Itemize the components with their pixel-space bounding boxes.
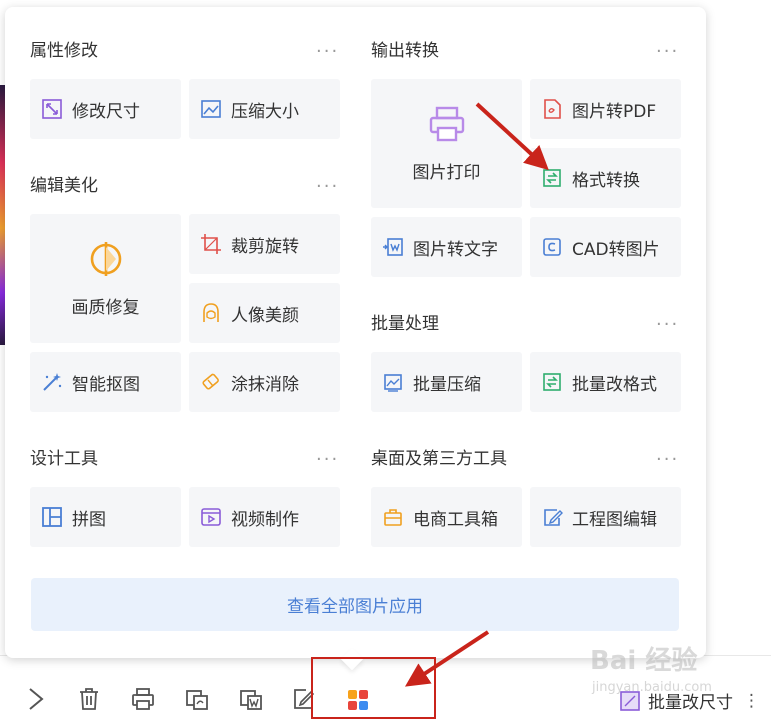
section-title-attr: 属性修改 bbox=[30, 41, 98, 61]
section-title-batch: 批量处理 bbox=[371, 314, 439, 334]
print-icon[interactable] bbox=[131, 686, 155, 712]
pdf-icon bbox=[544, 99, 561, 119]
tile-label: CAD转图片 bbox=[572, 239, 660, 260]
tile-collage[interactable]: 拼图 bbox=[30, 487, 181, 547]
tile-label: 裁剪旋转 bbox=[231, 236, 299, 257]
image-to-text-icon bbox=[383, 238, 403, 256]
more-design-button[interactable]: ··· bbox=[316, 451, 339, 469]
tile-cad[interactable]: CAD转图片 bbox=[530, 217, 681, 277]
next-icon[interactable] bbox=[24, 686, 48, 712]
image-to-word-icon[interactable] bbox=[239, 686, 263, 712]
image-to-pdf-icon[interactable] bbox=[185, 686, 209, 712]
tile-label: 电商工具箱 bbox=[413, 509, 498, 530]
tile-smart-matting[interactable]: 智能抠图 bbox=[30, 352, 181, 412]
tile-batch-format[interactable]: 批量改格式 bbox=[530, 352, 681, 412]
tile-label: 批量压缩 bbox=[413, 374, 481, 395]
tile-label: 图片转文字 bbox=[413, 239, 498, 260]
tile-format-convert[interactable]: 格式转换 bbox=[530, 148, 681, 208]
tile-resize[interactable]: 修改尺寸 bbox=[30, 79, 181, 139]
tile-drawing-edit[interactable]: 工程图编辑 bbox=[530, 487, 681, 547]
more-attr-button[interactable]: ··· bbox=[316, 43, 339, 61]
toolbox-icon bbox=[384, 509, 402, 526]
tile-label: 格式转换 bbox=[572, 170, 640, 191]
tile-label: 拼图 bbox=[72, 509, 106, 530]
more-edit-button[interactable]: ··· bbox=[316, 178, 339, 196]
tile-label: 图片转PDF bbox=[572, 101, 657, 122]
batch-compress-icon bbox=[384, 374, 402, 392]
tile-quality-repair[interactable]: 画质修复 bbox=[30, 214, 181, 343]
portrait-icon bbox=[203, 303, 219, 322]
batch-resize-label: 批量改尺寸 bbox=[648, 693, 733, 713]
section-title-output: 输出转换 bbox=[371, 41, 439, 61]
trash-icon[interactable] bbox=[77, 686, 101, 712]
tile-portrait-beauty[interactable]: 人像美颜 bbox=[189, 283, 340, 343]
eraser-icon bbox=[202, 373, 219, 390]
tile-label: 智能抠图 bbox=[72, 374, 140, 395]
tools-popup: 属性修改 ··· 输出转换 ··· 编辑美化 ··· 批量处理 ··· 设计工具… bbox=[5, 7, 706, 658]
compress-icon bbox=[201, 100, 221, 118]
tile-label: 压缩大小 bbox=[231, 101, 299, 122]
tile-compress[interactable]: 压缩大小 bbox=[189, 79, 340, 139]
tile-label: 画质修复 bbox=[71, 298, 140, 318]
drawing-edit-icon bbox=[544, 509, 563, 526]
collage-icon bbox=[42, 507, 62, 527]
more-output-button[interactable]: ··· bbox=[656, 43, 679, 61]
printer-icon bbox=[429, 106, 464, 142]
tile-label: 人像美颜 bbox=[231, 305, 299, 326]
tile-label: 批量改格式 bbox=[572, 374, 657, 395]
batch-format-icon bbox=[543, 373, 561, 391]
batch-resize-icon bbox=[620, 690, 640, 711]
magic-wand-icon bbox=[43, 373, 62, 391]
more-desktop-button[interactable]: ··· bbox=[656, 451, 679, 469]
cad-icon bbox=[543, 238, 561, 256]
format-convert-icon bbox=[543, 169, 561, 187]
watermark: Bai 经验 bbox=[590, 646, 698, 676]
tile-crop-rotate[interactable]: 裁剪旋转 bbox=[189, 214, 340, 274]
view-all-apps-button[interactable]: 查看全部图片应用 bbox=[31, 578, 679, 631]
section-title-design: 设计工具 bbox=[30, 449, 98, 469]
section-title-desktop: 桌面及第三方工具 bbox=[371, 449, 507, 469]
tile-label: 修改尺寸 bbox=[72, 101, 140, 122]
resize-icon bbox=[42, 99, 62, 119]
tile-batch-compress[interactable]: 批量压缩 bbox=[371, 352, 522, 412]
tile-video[interactable]: 视频制作 bbox=[189, 487, 340, 547]
tile-label: 涂抹消除 bbox=[231, 374, 299, 395]
tile-to-pdf[interactable]: 图片转PDF bbox=[530, 79, 681, 139]
quality-repair-icon bbox=[90, 242, 121, 276]
batch-resize-button[interactable]: 批量改尺寸 ⋮ bbox=[620, 688, 760, 713]
crop-icon bbox=[201, 234, 221, 254]
tile-ecommerce[interactable]: 电商工具箱 bbox=[371, 487, 522, 547]
tile-label: 视频制作 bbox=[231, 509, 299, 530]
tile-erase[interactable]: 涂抹消除 bbox=[189, 352, 340, 412]
tile-label: 工程图编辑 bbox=[572, 509, 657, 530]
section-title-edit: 编辑美化 bbox=[30, 176, 98, 196]
annotation-highlight-box bbox=[311, 657, 436, 719]
more-options-icon[interactable]: ⋮ bbox=[743, 691, 760, 711]
tile-to-text[interactable]: 图片转文字 bbox=[371, 217, 522, 277]
more-batch-button[interactable]: ··· bbox=[656, 316, 679, 334]
tile-print[interactable]: 图片打印 bbox=[371, 79, 522, 208]
tile-label: 图片打印 bbox=[412, 163, 481, 183]
video-icon bbox=[201, 508, 221, 526]
